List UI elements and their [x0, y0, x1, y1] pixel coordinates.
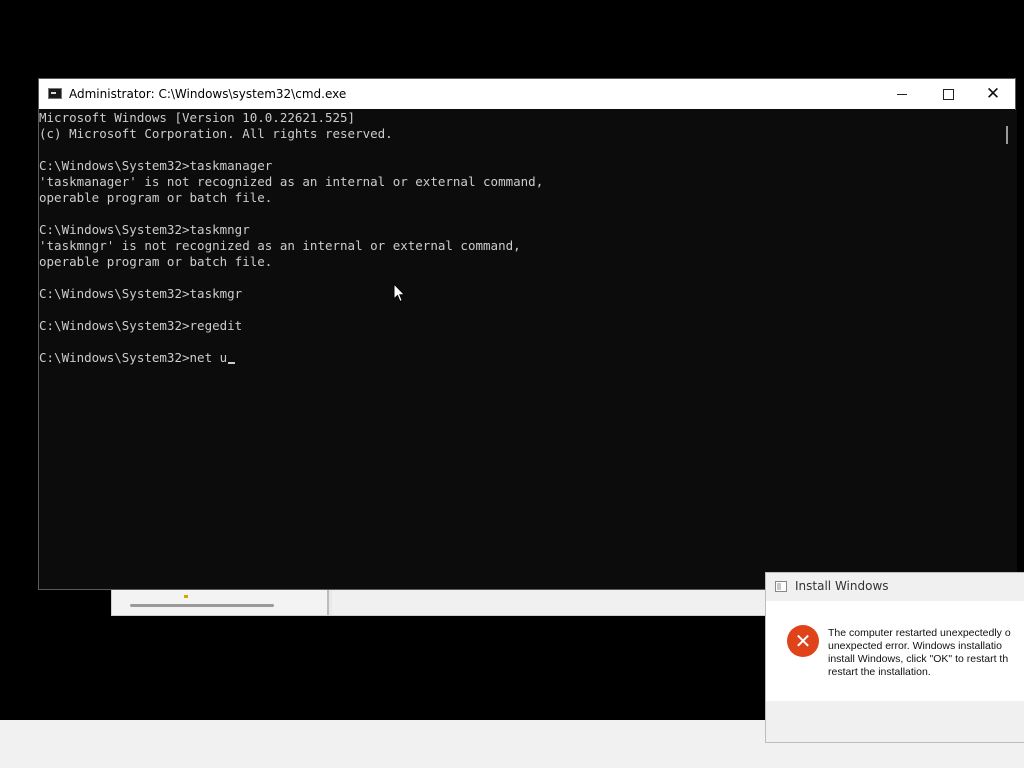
console-output[interactable]: Microsoft Windows [Version 10.0.22621.52… — [39, 110, 999, 590]
background-window-scrollbar[interactable] — [130, 604, 274, 607]
background-window-left-pane — [112, 587, 329, 615]
console-line: (c) Microsoft Corporation. All rights re… — [39, 126, 393, 141]
cmd-app-icon[interactable] — [48, 88, 62, 99]
setup-app-icon — [775, 581, 787, 592]
mouse-pointer-icon — [393, 283, 406, 303]
maximize-button[interactable] — [925, 79, 971, 109]
dialog-footer — [766, 701, 1024, 742]
dialog-message: The computer restarted unexpectedly o une… — [828, 627, 1024, 679]
minimize-icon — [897, 93, 907, 95]
console-line: operable program or batch file. — [39, 190, 273, 205]
console-line: C:\Windows\System32>taskmanager — [39, 158, 273, 173]
console-line: 'taskmngr' is not recognized as an inter… — [39, 238, 521, 253]
install-windows-dialog[interactable]: Install Windows ✕ The computer restarted… — [765, 572, 1024, 743]
console-line: C:\Windows\System32>taskmngr — [39, 222, 250, 237]
background-window-item-marker — [184, 595, 188, 598]
close-icon: ✕ — [985, 84, 1001, 104]
dialog-title: Install Windows — [795, 579, 889, 593]
text-cursor — [228, 362, 236, 364]
console-scrollbar-thumb[interactable] — [1006, 126, 1008, 144]
background-window — [111, 586, 781, 616]
dialog-message-line: unexpected error. Windows installatio — [828, 640, 1002, 652]
console-line: C:\Windows\System32>net u — [39, 350, 999, 366]
error-icon: ✕ — [787, 625, 819, 657]
console-scrollbar[interactable] — [1000, 110, 1017, 590]
dialog-titlebar[interactable]: Install Windows — [766, 573, 1024, 601]
maximize-icon — [942, 88, 954, 100]
console-line: C:\Windows\System32>taskmgr — [39, 286, 243, 301]
dialog-message-line: restart the installation. — [828, 666, 931, 678]
dialog-message-line: The computer restarted unexpectedly o — [828, 627, 1011, 639]
console-line: 'taskmanager' is not recognized as an in… — [39, 174, 544, 189]
minimize-button[interactable] — [879, 79, 925, 109]
cmd-titlebar[interactable]: Administrator: C:\Windows\system32\cmd.e… — [39, 79, 1015, 109]
console-line: C:\Windows\System32>regedit — [39, 318, 243, 333]
background-window-right-pane — [332, 587, 780, 615]
console-line: operable program or batch file. — [39, 254, 273, 269]
dialog-body: ✕ The computer restarted unexpectedly ou… — [766, 601, 1024, 701]
dialog-message-line: install Windows, click "OK" to restart t… — [828, 653, 1009, 665]
cmd-window-title: Administrator: C:\Windows\system32\cmd.e… — [69, 87, 347, 101]
console-line: Microsoft Windows [Version 10.0.22621.52… — [39, 110, 356, 125]
close-button[interactable]: ✕ — [970, 79, 1016, 109]
cmd-window[interactable]: Administrator: C:\Windows\system32\cmd.e… — [38, 78, 1017, 590]
